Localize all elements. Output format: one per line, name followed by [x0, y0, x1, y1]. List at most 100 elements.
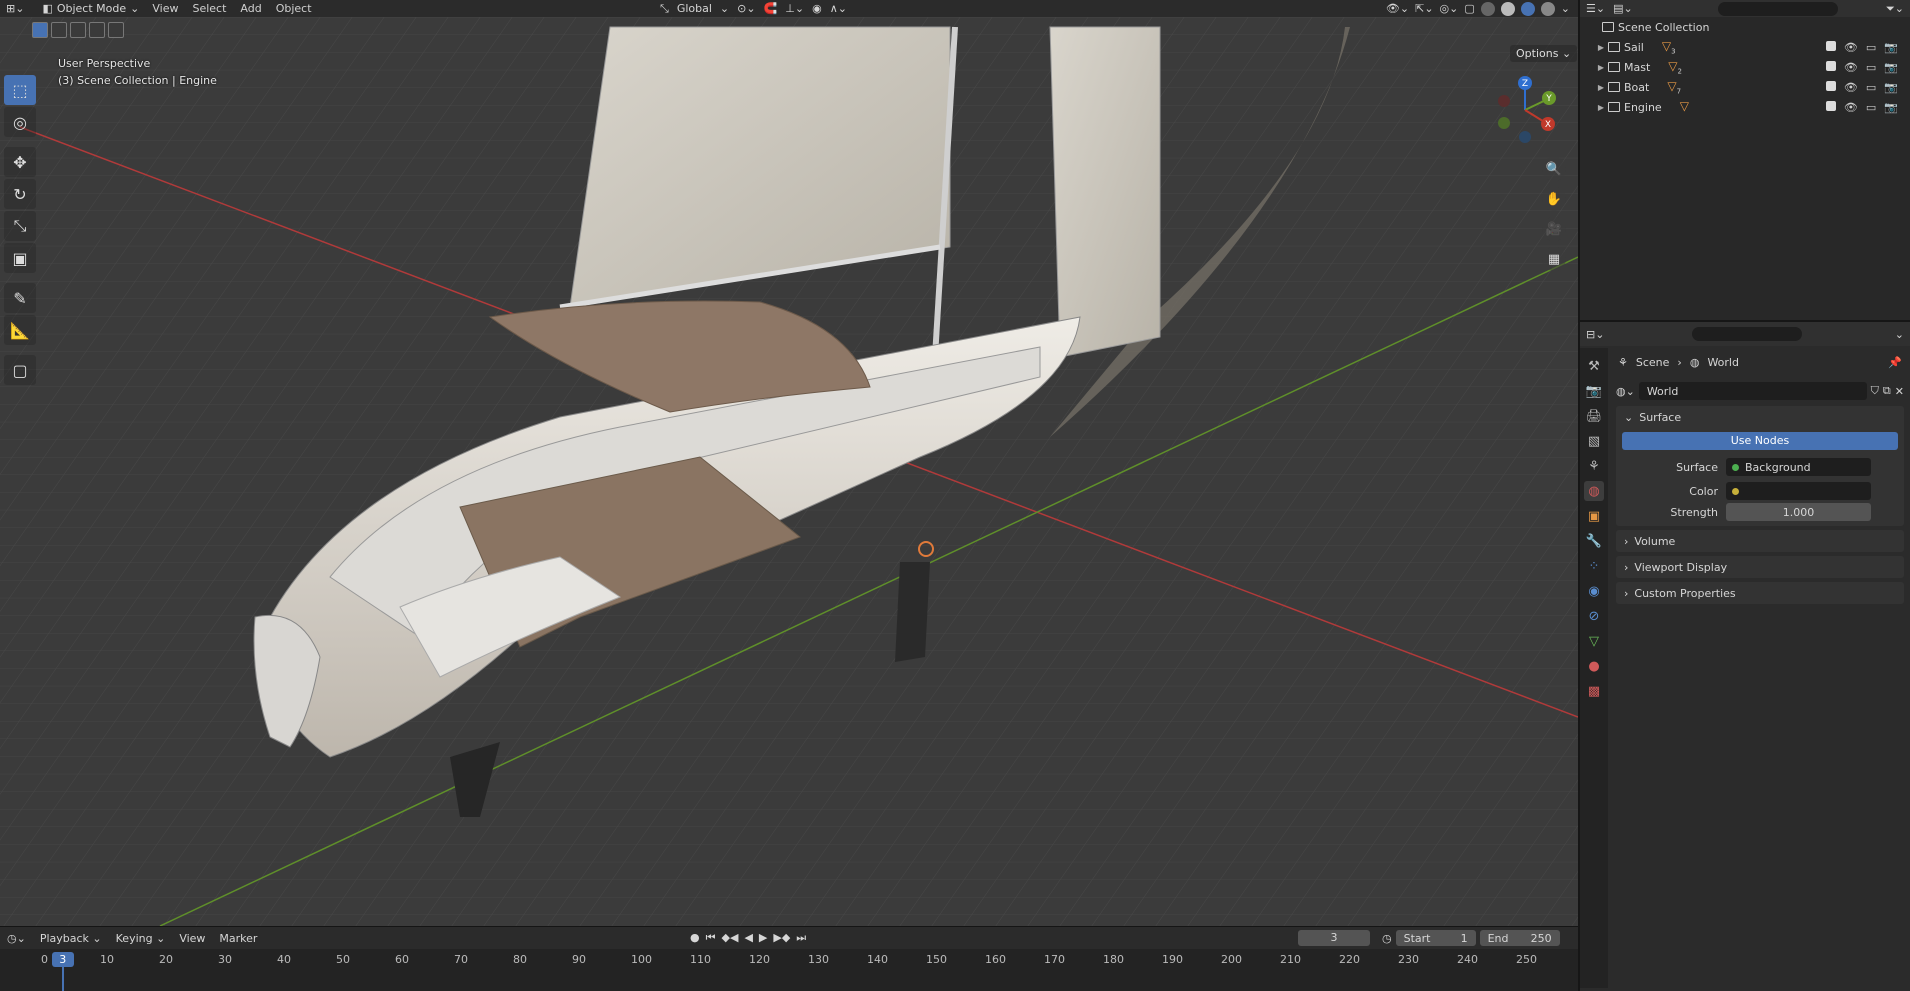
surface-panel-header[interactable]: ⌄ Surface: [1616, 406, 1904, 428]
scene-tab-icon[interactable]: ⚘: [1584, 456, 1604, 476]
options-dropdown[interactable]: Options ⌄: [1510, 45, 1578, 62]
expand-arrow-icon[interactable]: ▶: [1594, 63, 1608, 72]
filter-icon[interactable]: ⏷⌄: [1886, 2, 1904, 16]
material-preview-icon[interactable]: [1520, 1, 1535, 16]
rendered-shading-icon[interactable]: [1540, 1, 1555, 16]
eye-icon[interactable]: 👁: [1844, 41, 1858, 54]
expand-arrow-icon[interactable]: ▶: [1594, 43, 1608, 52]
monitor-icon[interactable]: ▭: [1866, 41, 1876, 54]
mesh-data-icon[interactable]: ▽: [1680, 99, 1689, 115]
transform-orientation-dropdown[interactable]: Global: [677, 2, 712, 15]
outliner-row-sail[interactable]: ▶ Sail ▽3 👁 ▭ 📷: [1580, 37, 1910, 57]
falloff-icon[interactable]: ∧⌄: [830, 2, 847, 15]
pin-icon[interactable]: 📌: [1888, 356, 1902, 369]
close-icon[interactable]: ✕: [1895, 385, 1904, 398]
duplicate-icon[interactable]: ⧉: [1883, 384, 1891, 398]
record-icon[interactable]: ●: [690, 931, 700, 945]
select-intersect-icon[interactable]: [108, 22, 124, 38]
modifier-tab-icon[interactable]: 🔧: [1584, 531, 1604, 551]
monitor-icon[interactable]: ▭: [1866, 101, 1876, 114]
select-invert-icon[interactable]: [89, 22, 105, 38]
proportional-edit-icon[interactable]: ◉: [812, 2, 822, 15]
mesh-data-icon[interactable]: ▽7: [1667, 79, 1681, 95]
current-frame-field[interactable]: 3: [1298, 930, 1370, 946]
chevron-down-icon[interactable]: ⌄: [1895, 328, 1904, 341]
render-camera-icon[interactable]: 📷: [1884, 101, 1898, 114]
view-layer-tab-icon[interactable]: ▧: [1584, 431, 1604, 451]
use-nodes-button[interactable]: Use Nodes: [1622, 432, 1898, 450]
outliner-row-mast[interactable]: ▶ Mast ▽2 👁 ▭ 📷: [1580, 57, 1910, 77]
editor-type-icon[interactable]: ⊞⌄: [0, 2, 30, 15]
exclude-checkbox[interactable]: [1825, 100, 1836, 111]
physics-tab-icon[interactable]: ◉: [1584, 581, 1604, 601]
gizmo-toggle-icon[interactable]: ⇱⌄: [1415, 2, 1433, 15]
chevron-down-icon[interactable]: ⌄: [1561, 2, 1570, 15]
tool-tab-icon[interactable]: ⚒: [1584, 356, 1604, 376]
rotate-tool-icon[interactable]: ↻: [4, 179, 36, 209]
exclude-checkbox[interactable]: [1825, 80, 1836, 91]
render-camera-icon[interactable]: 📷: [1884, 81, 1898, 94]
jump-end-icon[interactable]: ⏭: [796, 931, 806, 945]
select-extend-icon[interactable]: [51, 22, 67, 38]
strength-field[interactable]: 1.000: [1726, 503, 1871, 521]
start-frame-field[interactable]: Start 1: [1395, 930, 1476, 946]
menu-object[interactable]: Object: [269, 2, 319, 15]
snap-icon[interactable]: 🧲: [764, 2, 778, 15]
volume-panel-header[interactable]: › Volume: [1616, 530, 1904, 552]
transform-tool-icon[interactable]: ▣: [4, 243, 36, 273]
next-keyframe-icon[interactable]: ▶◆: [773, 931, 790, 945]
clock-icon[interactable]: ◷: [1382, 932, 1392, 945]
color-swatch[interactable]: [1726, 482, 1871, 500]
select-box-tool-icon[interactable]: ⬚: [4, 75, 36, 105]
viewport-display-panel-header[interactable]: › Viewport Display: [1616, 556, 1904, 578]
select-subtract-icon[interactable]: [70, 22, 86, 38]
constraints-tab-icon[interactable]: ⊘: [1584, 606, 1604, 626]
expand-arrow-icon[interactable]: ▶: [1594, 83, 1608, 92]
render-tab-icon[interactable]: 📷: [1584, 381, 1604, 401]
timeline-editor-type-icon[interactable]: ◷⌄: [0, 932, 33, 945]
select-new-icon[interactable]: [32, 22, 48, 38]
world-name-field[interactable]: World: [1638, 382, 1867, 400]
zoom-icon[interactable]: 🔍: [1542, 157, 1566, 181]
snap-target-icon[interactable]: ⊥⌄: [785, 2, 804, 15]
fake-user-icon[interactable]: ⛉: [1871, 384, 1879, 398]
cursor-tool-icon[interactable]: ◎: [4, 107, 36, 137]
exclude-checkbox[interactable]: [1825, 60, 1836, 71]
prev-keyframe-icon[interactable]: ◆◀: [722, 931, 739, 945]
frame-ruler[interactable]: 0 10 20 30 40 50 60 70 80 90 100 110 120 130 140 150 160…: [0, 949, 1578, 991]
outliner-row-engine[interactable]: ▶ Engine ▽ 👁 ▭ 📷: [1580, 97, 1910, 117]
menu-view[interactable]: View: [145, 2, 185, 15]
monitor-icon[interactable]: ▭: [1866, 81, 1876, 94]
move-tool-icon[interactable]: ✥: [4, 147, 36, 177]
ortho-grid-icon[interactable]: ▦: [1542, 247, 1566, 271]
play-icon[interactable]: ▶: [759, 931, 767, 945]
surface-shader-field[interactable]: Background: [1726, 458, 1871, 476]
eye-icon[interactable]: 👁: [1844, 81, 1858, 94]
mesh-data-icon[interactable]: ▽3: [1662, 39, 1676, 55]
visibility-icon[interactable]: 👁⌄: [1386, 2, 1409, 15]
particles-tab-icon[interactable]: ⁘: [1584, 556, 1604, 576]
expand-arrow-icon[interactable]: ▶: [1594, 103, 1608, 112]
menu-add[interactable]: Add: [233, 2, 268, 15]
eye-icon[interactable]: 👁: [1844, 61, 1858, 74]
solid-shading-icon[interactable]: [1500, 1, 1515, 16]
menu-timeline-view[interactable]: View: [172, 932, 212, 945]
properties-editor-type-icon[interactable]: ⊟⌄: [1586, 328, 1604, 341]
menu-select[interactable]: Select: [185, 2, 233, 15]
wireframe-shading-icon[interactable]: [1480, 1, 1495, 16]
navigation-gizmo[interactable]: Z Y X: [1490, 75, 1560, 145]
world-browse-icon[interactable]: ◍⌄: [1616, 385, 1635, 398]
texture-tab-icon[interactable]: ▩: [1584, 681, 1604, 701]
render-camera-icon[interactable]: 📷: [1884, 41, 1898, 54]
pan-hand-icon[interactable]: ✋: [1542, 187, 1566, 211]
annotate-tool-icon[interactable]: ✎: [4, 283, 36, 313]
outliner-search-input[interactable]: [1717, 1, 1838, 16]
measure-tool-icon[interactable]: 📐: [4, 315, 36, 345]
monitor-icon[interactable]: ▭: [1866, 61, 1876, 74]
scene-collection-row[interactable]: Scene Collection: [1580, 17, 1910, 37]
object-mode-dropdown[interactable]: ◧ Object Mode ⌄: [36, 2, 145, 15]
outliner-editor-type-icon[interactable]: ☰⌄: [1586, 2, 1605, 15]
display-mode-icon[interactable]: ▤⌄: [1613, 2, 1633, 15]
outliner-row-boat[interactable]: ▶ Boat ▽7 👁 ▭ 📷: [1580, 77, 1910, 97]
mesh-data-icon[interactable]: ▽2: [1668, 59, 1682, 75]
